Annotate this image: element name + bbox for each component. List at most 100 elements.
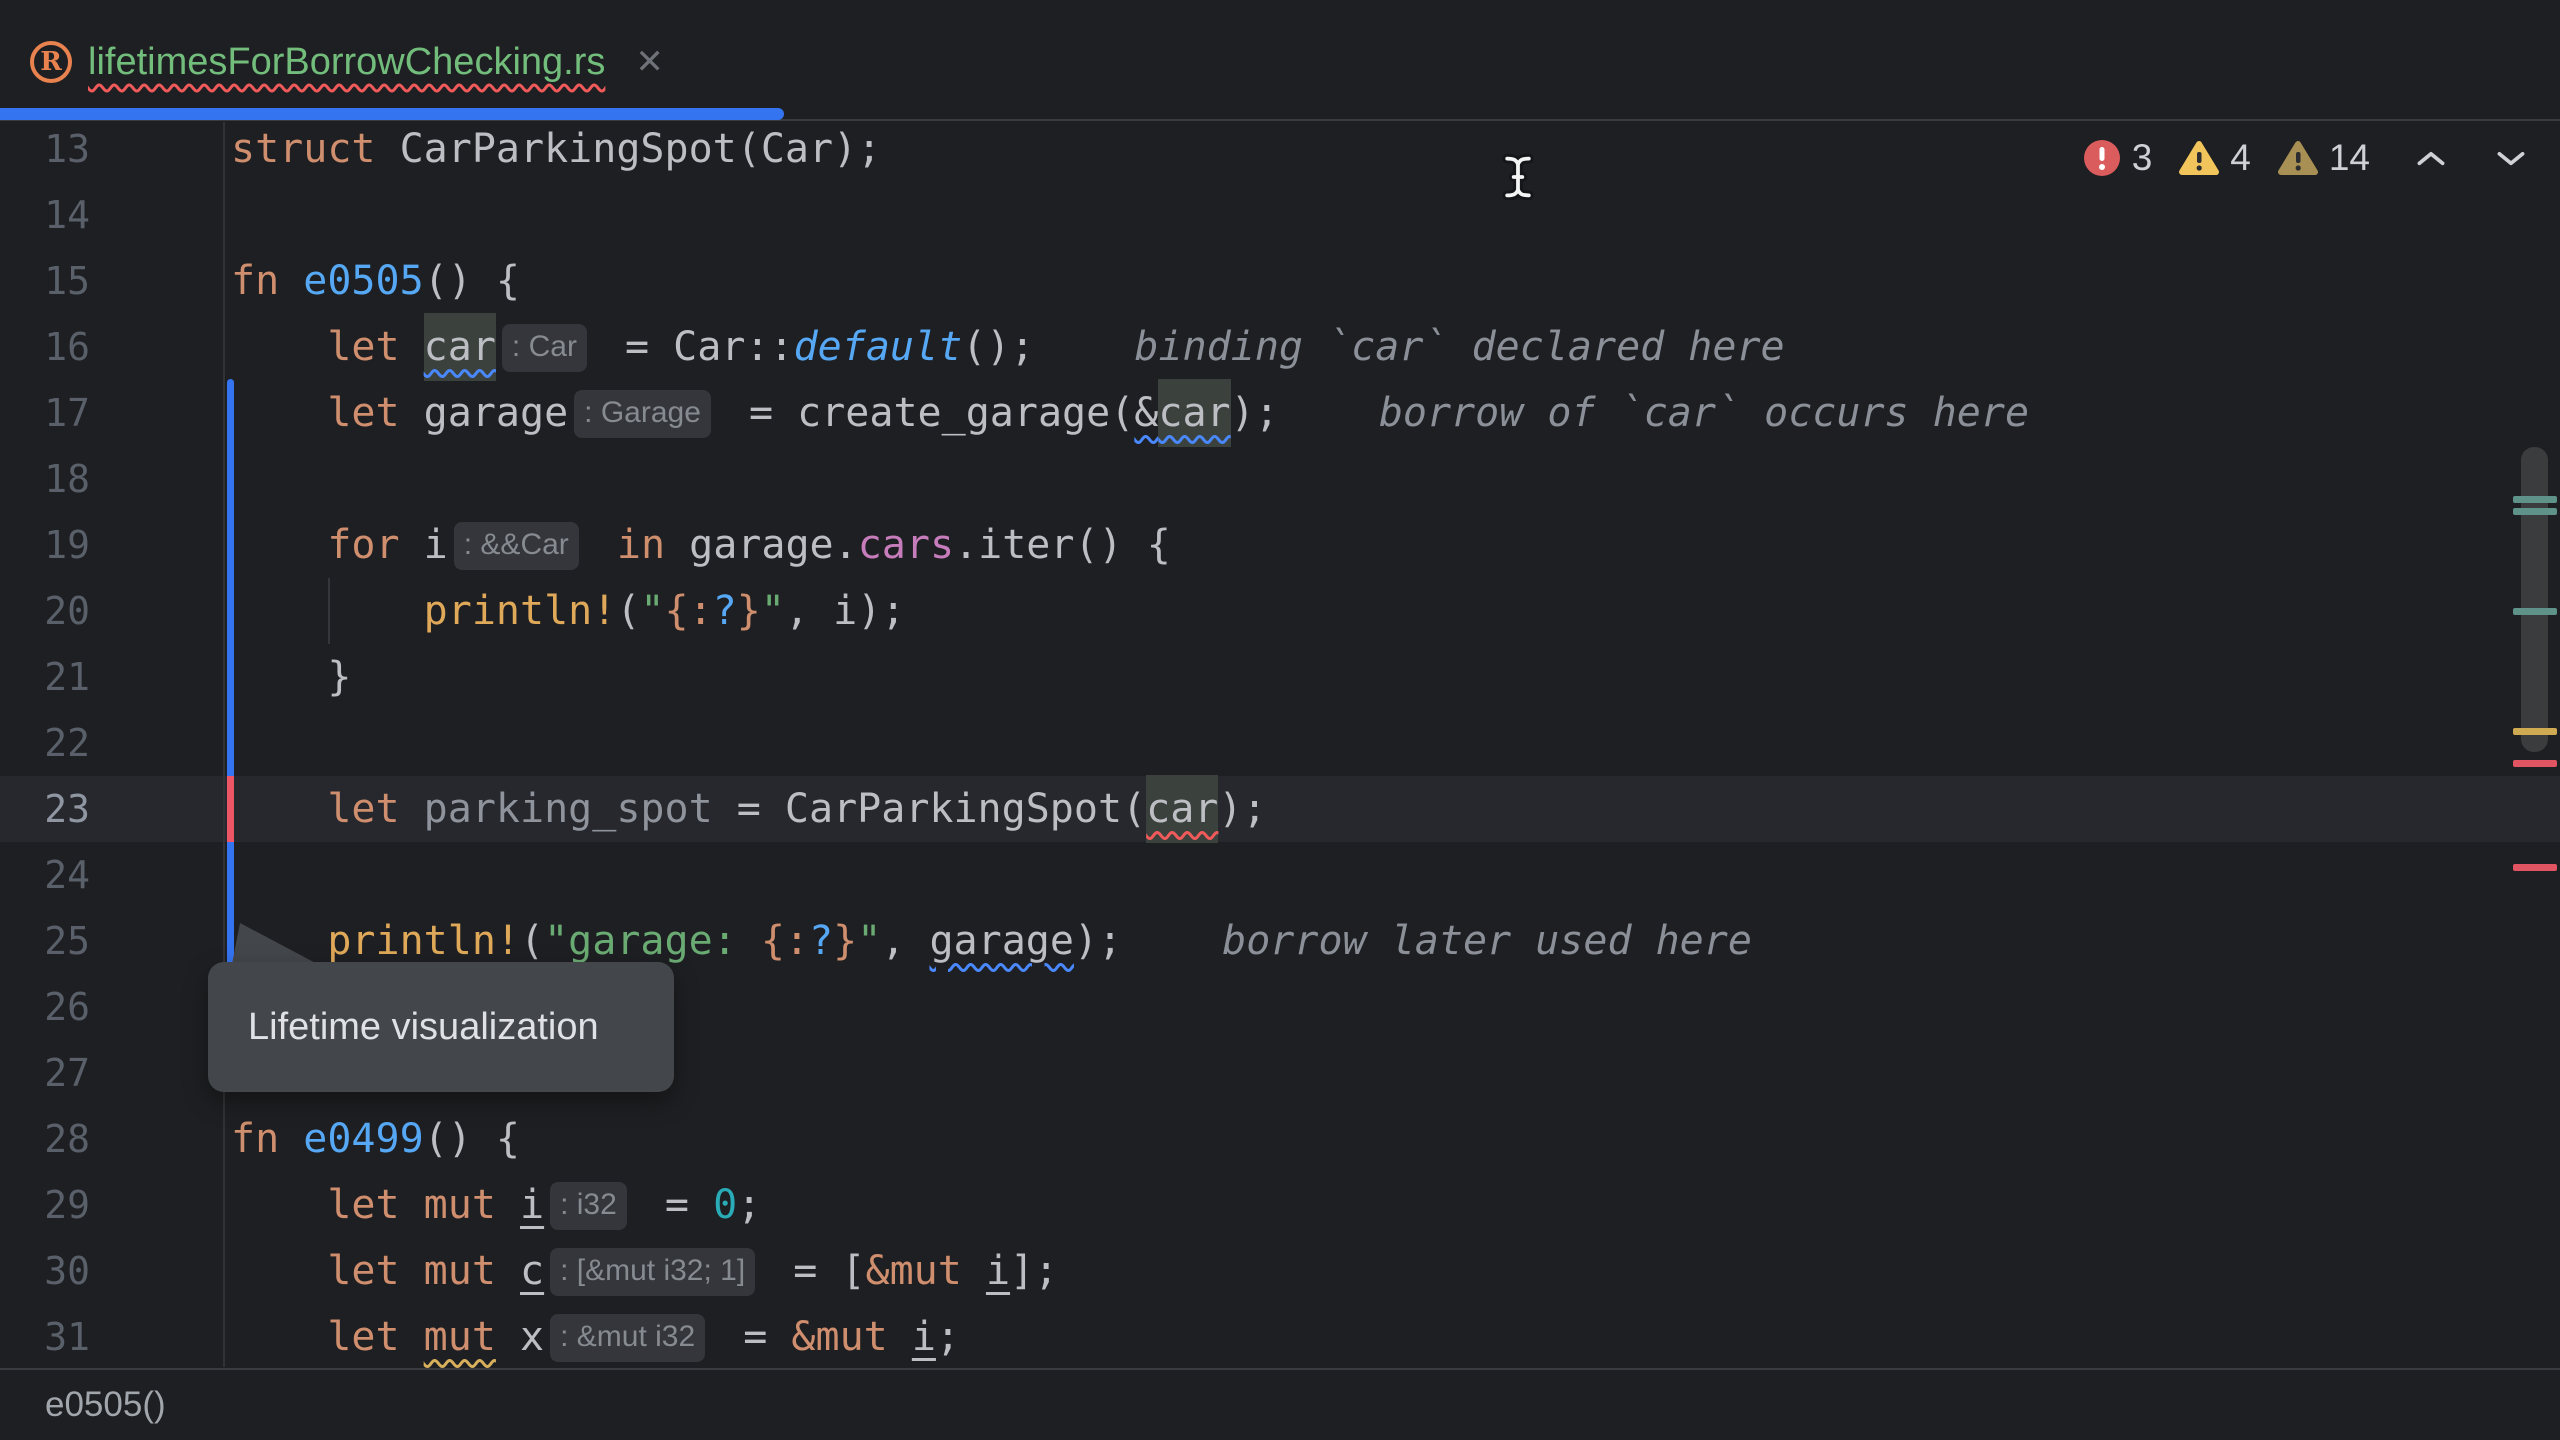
scrollbar-thumb[interactable]	[2521, 447, 2548, 752]
line-number[interactable]: 24	[0, 842, 90, 908]
code-token: &mut	[791, 1314, 887, 1360]
code-token: let	[327, 390, 399, 436]
code-token: let mut	[327, 1182, 496, 1228]
stripe-mark-teal[interactable]	[2513, 496, 2557, 503]
code-token	[400, 324, 424, 370]
lifetime-tooltip: Lifetime visualization	[208, 962, 674, 1092]
code-token: mut	[424, 1314, 496, 1360]
code-line[interactable]: 17 let garage: Garage = create_garage(&c…	[0, 380, 2560, 446]
ide-window: R lifetimesForBorrowChecking.rs ✕ 3 4 14	[0, 0, 2560, 1440]
code-line[interactable]: 31 let mut x: &mut i32 = &mut i;	[0, 1304, 2560, 1370]
code-token	[231, 1248, 327, 1294]
line-number[interactable]: 20	[0, 578, 90, 644]
type-hint-inlay[interactable]: : &mut i32	[550, 1314, 705, 1362]
line-number[interactable]: 23	[0, 776, 90, 842]
code-token	[279, 1116, 303, 1162]
inline-error-annotation: borrow later used here	[1222, 918, 1752, 964]
code-token: let	[327, 1314, 399, 1360]
line-number[interactable]: 21	[0, 644, 90, 710]
code-line[interactable]: 16 let car: Car = Car::default();binding…	[0, 314, 2560, 380]
line-number[interactable]: 25	[0, 908, 90, 974]
line-number[interactable]: 15	[0, 248, 90, 314]
type-hint-inlay[interactable]: : i32	[550, 1182, 627, 1230]
code-token: .iter() {	[954, 522, 1171, 568]
code-editor[interactable]: 13struct CarParkingSpot(Car);1415fn e050…	[0, 122, 2560, 1367]
breadcrumb[interactable]: e0505()	[45, 1385, 166, 1425]
line-number[interactable]: 31	[0, 1304, 90, 1370]
code-token: i	[912, 1314, 936, 1360]
type-hint-inlay[interactable]: : Garage	[574, 390, 711, 438]
code-token	[231, 390, 327, 436]
code-text: for i: &&Car in garage.cars.iter() {	[231, 512, 1171, 578]
code-token: garage	[400, 390, 569, 436]
code-line[interactable]: 14	[0, 182, 2560, 248]
line-number[interactable]: 16	[0, 314, 90, 380]
line-number[interactable]: 18	[0, 446, 90, 512]
line-number[interactable]: 29	[0, 1172, 90, 1238]
type-hint-inlay[interactable]: : [&mut i32; 1]	[550, 1248, 755, 1296]
code-line[interactable]: 30 let mut c: [&mut i32; 1] = [&mut i];	[0, 1238, 2560, 1304]
code-line[interactable]: 19 for i: &&Car in garage.cars.iter() {	[0, 512, 2560, 578]
stripe-mark-yellow[interactable]	[2513, 728, 2557, 735]
code-token: garage	[929, 918, 1074, 964]
code-token: let	[327, 786, 399, 832]
tab-title: lifetimesForBorrowChecking.rs	[88, 41, 605, 84]
code-token: =	[641, 1182, 713, 1228]
code-text: println!("{:?}", i);	[231, 578, 905, 644]
code-line[interactable]: 20 println!("{:?}", i);	[0, 578, 2560, 644]
code-line[interactable]: 24	[0, 842, 2560, 908]
line-number[interactable]: 28	[0, 1106, 90, 1172]
code-token: (	[520, 918, 544, 964]
code-token	[231, 786, 327, 832]
line-number[interactable]: 13	[0, 116, 90, 182]
code-token: let	[327, 324, 399, 370]
code-line[interactable]: 21 }	[0, 644, 2560, 710]
line-number[interactable]: 30	[0, 1238, 90, 1304]
code-token	[231, 1182, 327, 1228]
line-number[interactable]: 27	[0, 1040, 90, 1106]
type-hint-inlay[interactable]: : &&Car	[454, 522, 579, 570]
code-token	[400, 1314, 424, 1360]
code-line[interactable]: 22	[0, 710, 2560, 776]
code-token: car	[1158, 379, 1230, 447]
ibeam-cursor-icon	[1496, 150, 1540, 204]
code-token: ?	[713, 588, 737, 634]
line-number[interactable]: 14	[0, 182, 90, 248]
code-line[interactable]: 15fn e0505() {	[0, 248, 2560, 314]
code-token: i	[986, 1248, 1010, 1294]
stripe-mark-teal[interactable]	[2513, 608, 2557, 615]
line-number[interactable]: 19	[0, 512, 90, 578]
type-hint-inlay[interactable]: : Car	[502, 324, 587, 372]
code-line[interactable]: 23 let parking_spot = CarParkingSpot(car…	[0, 776, 2560, 842]
code-line[interactable]: 13 struct CarParkingSpot(Car);	[0, 116, 2560, 182]
code-token: }	[737, 588, 761, 634]
code-token: fn	[231, 1116, 279, 1162]
code-token: println!	[424, 588, 617, 634]
code-token: ?	[809, 918, 833, 964]
stripe-mark-red[interactable]	[2513, 760, 2557, 767]
line-number[interactable]: 22	[0, 710, 90, 776]
stripe-mark-red[interactable]	[2513, 864, 2557, 871]
code-token	[231, 1314, 327, 1360]
editor-tab[interactable]: R lifetimesForBorrowChecking.rs ✕	[30, 22, 664, 102]
line-number[interactable]: 26	[0, 974, 90, 1040]
code-line[interactable]: 28 fn e0499() {	[0, 1106, 2560, 1172]
status-bar: e0505()	[0, 1368, 2560, 1440]
code-token: (	[616, 588, 640, 634]
code-token	[888, 1314, 912, 1360]
code-text: let car: Car = Car::default();binding `c…	[231, 314, 1785, 380]
code-text: let garage: Garage = create_garage(&car)…	[231, 380, 2029, 446]
code-line[interactable]: 18	[0, 446, 2560, 512]
inline-error-annotation: binding `car` declared here	[1134, 324, 1784, 370]
code-token: () {	[424, 1116, 520, 1162]
tab-close-icon[interactable]: ✕	[635, 42, 664, 82]
code-token	[231, 522, 327, 568]
code-token: for	[327, 522, 399, 568]
code-token	[231, 324, 327, 370]
stripe-mark-teal[interactable]	[2513, 508, 2557, 515]
line-number[interactable]: 17	[0, 380, 90, 446]
code-token: c	[520, 1248, 544, 1294]
code-text: fn e0499() {	[231, 1106, 520, 1172]
code-line[interactable]: 29 let mut i: i32 = 0;	[0, 1172, 2560, 1238]
code-text: struct CarParkingSpot(Car);	[231, 116, 881, 182]
